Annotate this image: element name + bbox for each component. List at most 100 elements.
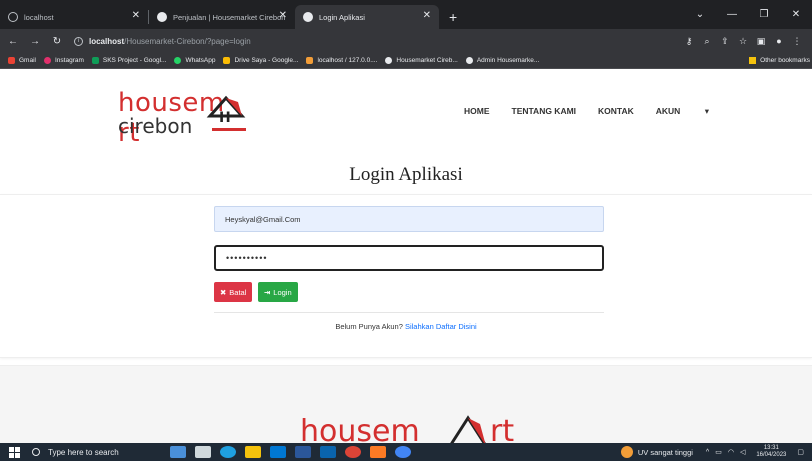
tab-penjualan[interactable]: Penjualan | Housemarket Cirebon ✕ — [149, 5, 295, 29]
volume-icon[interactable]: ◁ — [740, 448, 745, 456]
url-path: /Housemarket-Cirebon/?page=login — [124, 36, 251, 46]
zoom-icon[interactable]: ⌕ — [698, 36, 716, 47]
taskbar-apps — [170, 446, 420, 458]
search-placeholder: Type here to search — [48, 447, 119, 457]
tab-title: Penjualan | Housemarket Cirebon — [173, 12, 286, 22]
drive-icon — [223, 57, 231, 64]
site-navbar: housemrt cirebon H HOME TENTANG KAMI KON… — [0, 70, 812, 150]
taskbar-search[interactable]: Type here to search — [32, 448, 160, 457]
chevron-down-icon: ▾ — [704, 106, 709, 116]
globe-icon — [8, 12, 18, 22]
drive-icon — [91, 57, 99, 64]
reload-icon[interactable]: ↻ — [48, 36, 66, 47]
bookmark-label: WhatsApp — [185, 57, 216, 64]
close-window-icon[interactable]: ✕ — [780, 9, 812, 20]
bookmark-instagram[interactable]: Instagram — [43, 57, 84, 64]
sidebar-icon[interactable]: ▣ — [752, 36, 770, 47]
close-icon[interactable]: ✕ — [279, 11, 287, 21]
minimize-icon[interactable]: — — [716, 9, 748, 20]
system-tray: UV sangat tinggi ^ ▭ ◠ ◁ 13:31 16/04/202… — [620, 443, 812, 461]
divider — [214, 312, 604, 313]
mail-icon[interactable] — [320, 446, 336, 458]
toolbar-icons: ⚷ ⌕ ⇪ ☆ ▣ ● ⋮ — [680, 36, 806, 47]
site-logo[interactable]: housemrt cirebon H — [118, 88, 268, 148]
folder-icon — [749, 57, 757, 64]
signup-prompt: Belum Punya Akun? — [335, 322, 403, 331]
file-explorer-icon[interactable] — [245, 446, 261, 458]
chrome-icon[interactable] — [345, 446, 361, 458]
email-field[interactable]: Heyskyal@Gmail.Com — [214, 206, 604, 232]
close-icon[interactable]: ✕ — [423, 11, 431, 21]
back-icon[interactable]: ← — [4, 36, 22, 47]
chevron-up-icon[interactable]: ^ — [706, 449, 709, 456]
address-bar[interactable]: i localhost /Housemarket-Cirebon/?page=l… — [74, 32, 680, 50]
tab-strip: localhost ✕ Penjualan | Housemarket Cire… — [0, 0, 812, 29]
menu-icon[interactable]: ⋮ — [788, 36, 806, 47]
profile-icon[interactable]: ● — [770, 36, 788, 46]
bookmark-gmail[interactable]: Gmail — [8, 57, 36, 64]
info-icon[interactable]: i — [74, 36, 83, 46]
bookmark-drive[interactable]: Drive Saya - Google... — [223, 57, 298, 64]
bookmark-phpmyadmin[interactable]: localhost / 127.0.0.... — [306, 57, 377, 64]
phpmyadmin-icon — [306, 57, 314, 64]
bookmark-whatsapp[interactable]: WhatsApp — [174, 57, 215, 64]
bookmark-label: Housemarket Cireb... — [396, 57, 458, 64]
bookmark-admin[interactable]: Admin Housemarke... — [465, 57, 540, 64]
other-bookmarks[interactable]: Other bookmarks — [749, 57, 810, 64]
site-icon — [157, 12, 167, 22]
signup-link[interactable]: Silahkan Daftar Disini — [405, 322, 477, 331]
menu-akun[interactable]: AKUN ▾ — [656, 106, 731, 117]
batal-label: Batal — [229, 287, 247, 297]
edge-icon[interactable] — [220, 446, 236, 458]
tab-login-aplikasi[interactable]: Login Aplikasi ✕ — [295, 5, 439, 29]
share-icon[interactable]: ⇪ — [716, 36, 734, 47]
clock-time: 13:31 — [763, 445, 779, 451]
key-icon[interactable]: ⚷ — [680, 36, 698, 47]
windows-taskbar: Type here to search UV sangat tinggi ^ ▭… — [0, 443, 812, 461]
bookmark-sks-project[interactable]: SKS Project - Googl... — [91, 57, 167, 64]
login-button[interactable]: ⇥ Login — [258, 282, 298, 302]
bookmark-label: SKS Project - Googl... — [102, 57, 167, 64]
menu-home[interactable]: HOME — [464, 106, 490, 117]
sun-icon — [620, 446, 633, 458]
menu-kontak[interactable]: KONTAK — [598, 106, 634, 117]
store-icon[interactable] — [270, 446, 286, 458]
bookmarks-bar: Gmail Instagram SKS Project - Googl... W… — [0, 53, 812, 69]
window-controls: ⌄ — ❐ ✕ — [684, 0, 812, 29]
password-field[interactable]: •••••••••• — [214, 245, 604, 271]
clock[interactable]: 13:31 16/04/2023 — [756, 445, 786, 459]
chrome-icon-2[interactable] — [395, 446, 411, 458]
weather-widget[interactable]: UV sangat tinggi — [620, 446, 693, 458]
widgets-icon[interactable] — [170, 446, 186, 458]
forward-icon[interactable]: → — [26, 36, 44, 47]
tab-title: localhost — [24, 12, 54, 22]
battery-icon[interactable]: ▭ — [715, 448, 722, 456]
batal-button[interactable]: ✖ Batal — [214, 282, 253, 302]
star-icon[interactable]: ☆ — [734, 36, 752, 47]
tab-title: Login Aplikasi — [319, 12, 365, 22]
start-button[interactable] — [0, 446, 28, 458]
bookmark-label: Drive Saya - Google... — [234, 57, 299, 64]
bookmark-label: Admin Housemarke... — [476, 57, 540, 64]
menu-tentang-kami[interactable]: TENTANG KAMI — [512, 106, 577, 117]
close-icon[interactable]: ✕ — [132, 11, 140, 21]
task-view-icon[interactable] — [195, 446, 211, 458]
network-icon[interactable]: ◠ — [728, 448, 734, 456]
gmail-icon — [8, 57, 15, 64]
xampp-icon[interactable] — [370, 446, 386, 458]
bookmark-label: Gmail — [19, 57, 36, 64]
browser-window: localhost ✕ Penjualan | Housemarket Cire… — [0, 0, 812, 461]
tab-search-icon[interactable]: ⌄ — [684, 9, 716, 20]
site-icon — [303, 12, 313, 22]
house-logo-icon: H — [206, 95, 246, 131]
search-icon — [32, 448, 40, 456]
restore-icon[interactable]: ❐ — [748, 9, 780, 20]
tab-localhost[interactable]: localhost ✕ — [0, 5, 148, 29]
word-icon[interactable] — [295, 446, 311, 458]
site-footer: housem rt — [0, 365, 812, 449]
new-tab-button[interactable]: + — [449, 10, 457, 24]
page-title: Login Aplikasi — [349, 164, 463, 185]
other-bookmarks-label: Other bookmarks — [760, 57, 810, 64]
notification-icon[interactable]: ▢ — [797, 448, 804, 456]
bookmark-housemarket[interactable]: Housemarket Cireb... — [385, 57, 458, 64]
